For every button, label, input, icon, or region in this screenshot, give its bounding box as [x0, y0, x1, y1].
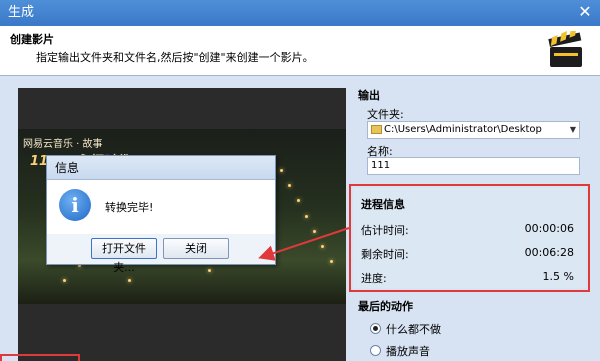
clapperboard-icon	[548, 31, 582, 67]
open-folder-button[interactable]: 打开文件夹...	[91, 238, 157, 274]
estimated-time-value: 00:00:06	[524, 222, 574, 235]
radio-label-do-nothing: 什么都不做	[386, 323, 441, 336]
remaining-time-label: 剩余时间:	[361, 248, 409, 261]
progress-row: 进度: 1.5 %	[361, 270, 578, 286]
chevron-down-icon[interactable]: ▼	[570, 122, 576, 138]
header-title: 创建影片	[10, 33, 54, 46]
folder-icon	[371, 125, 382, 134]
info-icon: i	[59, 189, 91, 221]
dialog-header: 创建影片 指定输出文件夹和文件名,然后按"创建"来创建一个影片。	[0, 26, 600, 76]
remaining-time-row: 剩余时间: 00:06:28	[361, 246, 578, 262]
estimated-time-row: 估计时间: 00:00:06	[361, 222, 578, 238]
final-action-section-label: 最后的动作	[358, 300, 413, 313]
output-section-label: 输出	[358, 89, 380, 102]
folder-label: 文件夹:	[367, 108, 404, 121]
message-text: 转换完毕!	[105, 201, 154, 214]
radio-do-nothing[interactable]	[370, 323, 381, 334]
name-field[interactable]: 111	[367, 157, 580, 175]
estimated-time-label: 估计时间:	[361, 224, 409, 237]
progress-value: 1.5 %	[542, 270, 574, 283]
close-button[interactable]: 关闭	[163, 238, 229, 259]
highlight-frame-bottom-left	[0, 354, 80, 361]
window-title: 生成	[8, 5, 35, 20]
video-caption: 网易云音乐 · 故事	[23, 139, 103, 150]
remaining-time-value: 00:06:28	[524, 246, 574, 259]
message-box-title: 信息	[47, 156, 275, 180]
progress-info-section: 进程信息 估计时间: 00:00:06 剩余时间: 00:06:28 进度: 1…	[353, 188, 586, 288]
window-titlebar: 生成 ✕	[0, 0, 600, 26]
radio-label-play-sound: 播放声音	[386, 345, 430, 358]
message-box-buttons: 打开文件夹... 关闭	[47, 234, 275, 274]
radio-play-sound[interactable]	[370, 345, 381, 356]
header-description: 指定输出文件夹和文件名,然后按"创建"来创建一个影片。	[36, 51, 314, 64]
progress-label: 进度:	[361, 272, 387, 285]
progress-info-highlight: 进程信息 估计时间: 00:00:06 剩余时间: 00:06:28 进度: 1…	[349, 184, 590, 292]
close-icon[interactable]: ✕	[576, 3, 594, 21]
folder-value: C:\Users\Administrator\Desktop	[384, 124, 542, 135]
info-message-box: 信息 i 转换完毕! 打开文件夹... 关闭	[46, 155, 276, 274]
folder-select[interactable]: C:\Users\Administrator\Desktop ▼	[367, 121, 580, 139]
progress-section-label: 进程信息	[361, 198, 405, 211]
message-box-body: i 转换完毕!	[47, 180, 275, 234]
